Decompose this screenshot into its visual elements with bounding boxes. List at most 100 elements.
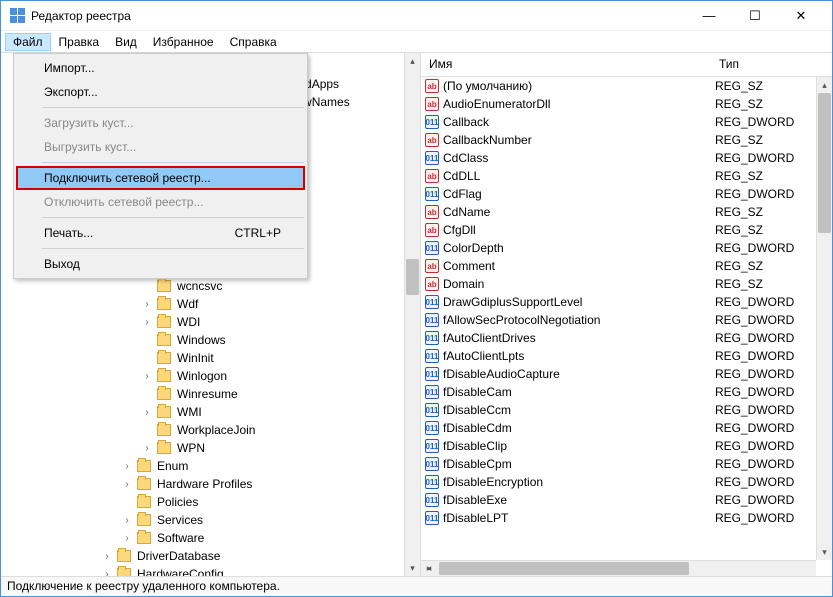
menu-help[interactable]: Справка xyxy=(222,33,285,51)
scroll-down-icon[interactable]: ▾ xyxy=(405,560,420,576)
tree-item[interactable]: ›HardwareConfig xyxy=(1,565,404,576)
scroll-right-icon[interactable]: ▸ xyxy=(421,561,437,576)
tree-label: WPN xyxy=(175,441,207,455)
tree-item[interactable]: ›Enum xyxy=(1,457,404,475)
expand-icon[interactable]: › xyxy=(121,461,133,472)
value-name: fDisableCcm xyxy=(443,403,715,417)
value-row[interactable]: 011fAllowSecProtocolNegotiationREG_DWORD xyxy=(421,311,816,329)
list-scrollbar-v[interactable]: ▴ ▾ xyxy=(816,77,832,560)
value-row[interactable]: abDomainREG_SZ xyxy=(421,275,816,293)
dword-value-icon: 011 xyxy=(425,187,439,201)
expand-icon[interactable]: › xyxy=(141,317,153,328)
value-type: REG_DWORD xyxy=(715,511,794,525)
tree-item[interactable]: › WPN xyxy=(1,439,404,457)
scroll-down-icon[interactable]: ▾ xyxy=(817,544,832,560)
list-scrollbar-h[interactable]: ◂ ▸ xyxy=(421,560,816,576)
expand-icon[interactable]: › xyxy=(141,443,153,454)
menu-export[interactable]: Экспорт... xyxy=(16,80,305,104)
menu-edit[interactable]: Правка xyxy=(51,33,108,51)
close-button[interactable]: ✕ xyxy=(778,1,824,31)
string-value-icon: ab xyxy=(425,205,439,219)
value-type: REG_DWORD xyxy=(715,403,794,417)
expand-icon[interactable]: › xyxy=(141,299,153,310)
value-row[interactable]: 011CdFlagREG_DWORD xyxy=(421,185,816,203)
menu-import[interactable]: Импорт... xyxy=(16,56,305,80)
tree-item[interactable]: ›Wdf xyxy=(1,295,404,313)
value-row[interactable]: abCdNameREG_SZ xyxy=(421,203,816,221)
value-row[interactable]: 011ColorDepthREG_DWORD xyxy=(421,239,816,257)
tree-item[interactable]: ›DriverDatabase xyxy=(1,547,404,565)
value-name: CdClass xyxy=(443,151,715,165)
value-row[interactable]: 011fDisableEncryptionREG_DWORD xyxy=(421,473,816,491)
scrollbar-thumb-h[interactable] xyxy=(439,562,689,575)
value-row[interactable]: abAudioEnumeratorDllREG_SZ xyxy=(421,95,816,113)
expand-icon[interactable]: › xyxy=(141,407,153,418)
tree-item[interactable]: ›Software xyxy=(1,529,404,547)
tree-item[interactable]: ›Winlogon xyxy=(1,367,404,385)
value-row[interactable]: 011fDisableExeREG_DWORD xyxy=(421,491,816,509)
value-row[interactable]: 011CallbackREG_DWORD xyxy=(421,113,816,131)
menu-view[interactable]: Вид xyxy=(107,33,145,51)
scrollbar-thumb[interactable] xyxy=(818,93,831,233)
expand-icon[interactable]: › xyxy=(141,371,153,382)
value-name: fDisableCpm xyxy=(443,457,715,471)
tree-item[interactable]: Winresume xyxy=(1,385,404,403)
value-row[interactable]: abCommentREG_SZ xyxy=(421,257,816,275)
dword-value-icon: 011 xyxy=(425,313,439,327)
dword-value-icon: 011 xyxy=(425,349,439,363)
menu-exit[interactable]: Выход xyxy=(16,252,305,276)
expand-icon[interactable]: › xyxy=(101,569,113,577)
value-row[interactable]: 011fDisableCamREG_DWORD xyxy=(421,383,816,401)
folder-icon xyxy=(157,334,171,346)
value-name: CdDLL xyxy=(443,169,715,183)
menu-print[interactable]: Печать... CTRL+P xyxy=(16,221,305,245)
value-row[interactable]: 011fDisableClipREG_DWORD xyxy=(421,437,816,455)
column-name[interactable]: Имя xyxy=(421,53,711,76)
tree-item[interactable]: wcncsvc xyxy=(1,277,404,295)
value-row[interactable]: abCfgDllREG_SZ xyxy=(421,221,816,239)
scrollbar-thumb[interactable] xyxy=(406,259,419,295)
scroll-up-icon[interactable]: ▴ xyxy=(817,77,832,93)
expand-icon[interactable]: › xyxy=(121,479,133,490)
value-row[interactable]: abCdDLLREG_SZ xyxy=(421,167,816,185)
tree-item[interactable]: WorkplaceJoin xyxy=(1,421,404,439)
value-row[interactable]: 011fDisableCdmREG_DWORD xyxy=(421,419,816,437)
tree-item[interactable]: ›Hardware Profiles xyxy=(1,475,404,493)
value-row[interactable]: 011fAutoClientLptsREG_DWORD xyxy=(421,347,816,365)
tree-scrollbar[interactable]: ▴ ▾ xyxy=(404,53,420,576)
value-type: REG_DWORD xyxy=(715,439,794,453)
value-row[interactable]: 011CdClassREG_DWORD xyxy=(421,149,816,167)
value-row[interactable]: 011fDisableCpmREG_DWORD xyxy=(421,455,816,473)
maximize-button[interactable]: ☐ xyxy=(732,1,778,31)
expand-icon[interactable]: › xyxy=(121,515,133,526)
value-row[interactable]: 011fDisableAudioCaptureREG_DWORD xyxy=(421,365,816,383)
value-row[interactable]: ab(По умолчанию)REG_SZ xyxy=(421,77,816,95)
value-row[interactable]: 011fDisableCcmREG_DWORD xyxy=(421,401,816,419)
value-row[interactable]: 011DrawGdiplusSupportLevelREG_DWORD xyxy=(421,293,816,311)
tree-item[interactable]: WinInit xyxy=(1,349,404,367)
minimize-button[interactable]: — xyxy=(686,1,732,31)
tree-item[interactable]: Windows xyxy=(1,331,404,349)
expand-icon[interactable]: › xyxy=(121,533,133,544)
tree-item[interactable]: ›WDI xyxy=(1,313,404,331)
menu-separator xyxy=(42,217,304,218)
menu-file[interactable]: Файл xyxy=(5,33,51,51)
value-type: REG_SZ xyxy=(715,97,763,111)
value-row[interactable]: abCallbackNumberREG_SZ xyxy=(421,131,816,149)
value-row[interactable]: 011fDisableLPTREG_DWORD xyxy=(421,509,816,527)
expand-icon[interactable]: › xyxy=(101,551,113,562)
value-name: fDisableCam xyxy=(443,385,715,399)
value-row[interactable]: 011fAutoClientDrivesREG_DWORD xyxy=(421,329,816,347)
titlebar[interactable]: Редактор реестра — ☐ ✕ xyxy=(1,1,832,31)
value-type: REG_DWORD xyxy=(715,475,794,489)
tree-item[interactable]: ›WMI xyxy=(1,403,404,421)
tree-item[interactable]: Policies xyxy=(1,493,404,511)
tree-label: Services xyxy=(155,513,205,527)
folder-icon xyxy=(137,496,151,508)
menu-favorites[interactable]: Избранное xyxy=(145,33,222,51)
value-type: REG_DWORD xyxy=(715,421,794,435)
menu-connect-network-registry[interactable]: Подключить сетевой реестр... xyxy=(16,166,305,190)
scroll-up-icon[interactable]: ▴ xyxy=(405,53,420,69)
tree-item[interactable]: › Services xyxy=(1,511,404,529)
column-type[interactable]: Тип xyxy=(711,53,832,76)
